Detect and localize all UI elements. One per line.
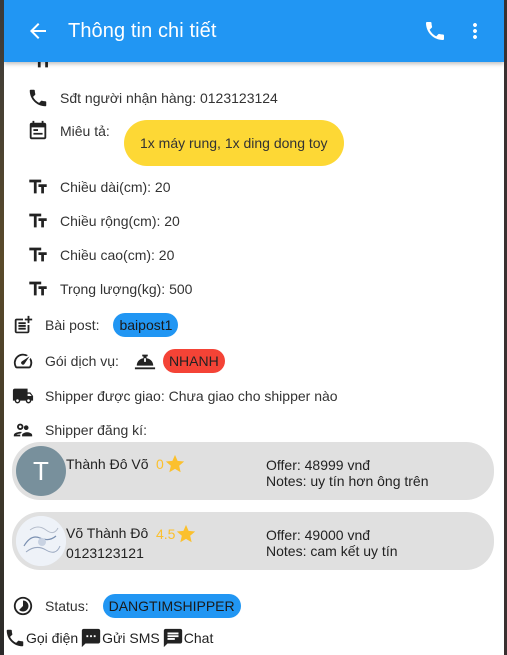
more-menu-button[interactable]	[460, 16, 490, 46]
avatar	[16, 516, 66, 566]
weight-text: Trọng lượng(kg): 500	[60, 281, 193, 297]
shipper-card[interactable]: Võ Thành Đô 0123123121 4.5 Offer: 49000 …	[12, 512, 494, 570]
sms-button[interactable]: Gửi SMS	[80, 627, 160, 649]
post-add-icon	[11, 313, 35, 337]
phone-icon	[26, 86, 50, 110]
scrolled-row	[30, 62, 54, 74]
height-text: Chiều cao(cm): 20	[60, 247, 175, 263]
length-text: Chiều dài(cm): 20	[60, 179, 171, 195]
receiver-phone-text: Sđt người nhận hàng: 0123123124	[60, 90, 278, 106]
post-chip[interactable]: baipost1	[113, 313, 179, 337]
status-label: Status:	[45, 598, 89, 614]
shipper-phone: 0123123121	[66, 545, 144, 561]
notes-text: Notes: uy tín hơn ông trên	[266, 473, 429, 489]
assigned-shipper-row: Shipper được giao: Chưa giao cho shipper…	[11, 384, 338, 408]
chat-icon	[163, 628, 182, 648]
service-chip[interactable]: NHANH	[162, 349, 225, 373]
star-icon	[177, 524, 196, 543]
offer-text: Offer: 48999 vnđ	[266, 457, 371, 473]
text-fields-icon	[26, 175, 50, 199]
status-row: Status: DANGTIMSHIPPER	[11, 593, 241, 619]
description-chip-wrap: 1x máy rung, 1x ding dong toy	[124, 120, 344, 166]
status-chip[interactable]: DANGTIMSHIPPER	[102, 594, 241, 618]
text-fields-icon	[26, 277, 50, 301]
service-label: Gói dịch vụ:	[45, 353, 119, 369]
call-button[interactable]: Gọi điện	[4, 627, 78, 649]
avatar-image	[16, 516, 66, 566]
notes-text: Notes: cam kết uy tín	[266, 543, 398, 559]
chat-button-label: Chat	[183, 630, 214, 646]
text-fields-icon	[30, 62, 54, 73]
text-fields-icon	[26, 243, 50, 267]
description-label: Miêu tả:	[60, 123, 110, 139]
shipper-name: Thành Đô Võ	[66, 456, 149, 472]
shipper-rating: 0	[156, 453, 186, 475]
avatar: T	[16, 446, 66, 496]
speed-icon	[11, 349, 35, 373]
sms-button-label: Gửi SMS	[102, 630, 160, 646]
service-row: Gói dịch vụ: NHANH	[11, 348, 225, 374]
detail-dialog: Thông tin chi tiết Sđt người nhận hàng: …	[4, 0, 504, 655]
shipper-offer: Offer: 49000 vnđ Notes: cam kết uy tín	[266, 527, 398, 559]
call-button-label: Gọi điện	[26, 630, 79, 646]
phone-icon	[426, 22, 444, 40]
shipper-offer: Offer: 48999 vnđ Notes: uy tín hơn ông t…	[266, 457, 429, 489]
people-icon	[11, 418, 35, 442]
assigned-shipper-text: Shipper được giao: Chưa giao cho shipper…	[45, 388, 338, 404]
phone-icon	[6, 629, 24, 647]
post-row: Bài post: baipost1	[11, 313, 179, 337]
shipper-name: Võ Thành Đô	[66, 525, 149, 541]
app-bar: Thông tin chi tiết	[4, 0, 504, 62]
rating-value: 4.5	[156, 526, 176, 542]
registered-shipper-label: Shipper đăng kí:	[45, 422, 147, 438]
chat-button[interactable]: Chat	[162, 627, 214, 649]
description-row: Miêu tả:	[26, 119, 110, 143]
calendar-icon	[26, 119, 50, 143]
post-label: Bài post:	[45, 317, 100, 333]
arrow-back-icon	[30, 23, 46, 39]
description-chip: 1x máy rung, 1x ding dong toy	[124, 120, 344, 166]
length-row: Chiều dài(cm): 20	[26, 175, 171, 199]
page-title: Thông tin chi tiết	[68, 19, 217, 42]
width-text: Chiều rộng(cm): 20	[60, 213, 180, 229]
bottom-actions: Gọi điện Gửi SMS Chat	[4, 627, 215, 649]
star-icon	[165, 454, 184, 473]
shipper-card[interactable]: T Thành Đô Võ 0 Offer: 48999 vnđ Notes: …	[12, 442, 494, 500]
weight-row: Trọng lượng(kg): 500	[26, 277, 192, 301]
more-vert-icon	[473, 23, 477, 39]
receiver-phone-row: Sđt người nhận hàng: 0123123124	[26, 86, 278, 110]
food-delivery-icon	[133, 349, 157, 373]
truck-icon	[11, 384, 35, 408]
registered-shipper-row: Shipper đăng kí:	[11, 418, 147, 442]
text-fields-icon	[26, 209, 50, 233]
offer-text: Offer: 49000 vnđ	[266, 527, 371, 543]
shipper-rating: 4.5	[156, 523, 197, 545]
rating-value: 0	[156, 456, 164, 472]
timelapse-icon	[11, 594, 35, 618]
height-row: Chiều cao(cm): 20	[26, 243, 174, 267]
back-button[interactable]	[24, 17, 52, 45]
call-action-button[interactable]	[420, 16, 450, 46]
sms-icon	[81, 628, 101, 648]
width-row: Chiều rộng(cm): 20	[26, 209, 180, 233]
